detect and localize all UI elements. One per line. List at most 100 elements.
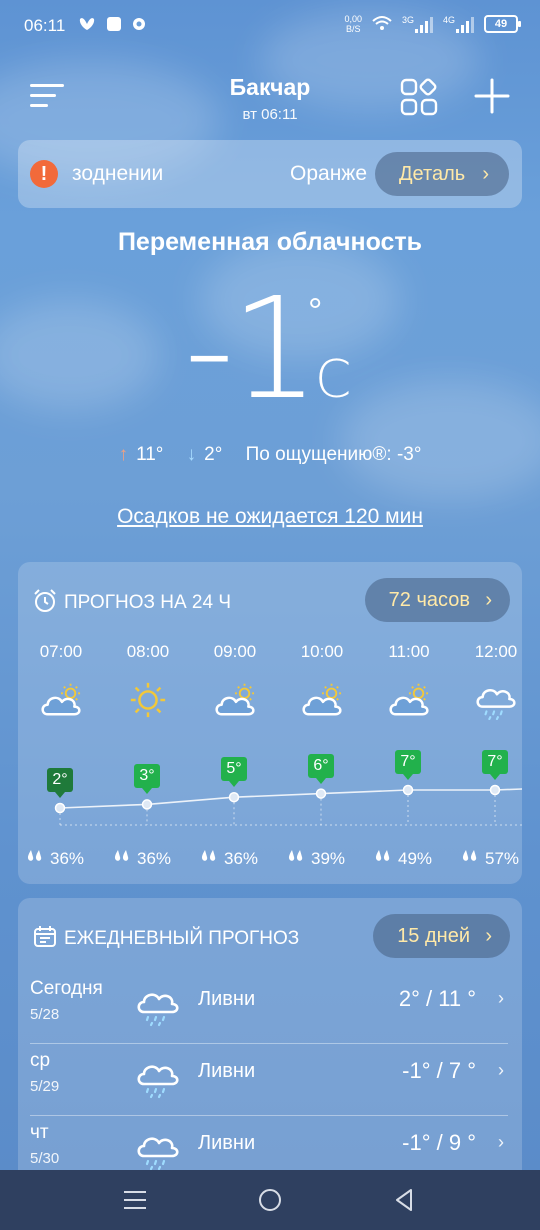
raindrops-icon [200,850,220,868]
system-nav-bar [0,1170,540,1230]
rain-cloud-icon [134,982,182,1028]
daily-condition: Ливни [198,988,256,1010]
partly-cloudy-icon [212,680,258,720]
widgets-grid-icon[interactable] [400,78,440,118]
rain-percent: 39% [311,849,346,868]
temperature-point [141,799,153,810]
temperature-point [228,791,240,803]
hourly-rain-chance: 39% [287,848,345,869]
chevron-right-icon: › [485,589,492,611]
arrow-down-icon: ↓ [186,444,197,465]
signal-sim2-icon: 4G [443,15,474,33]
daily-date: 5/29 [30,1078,60,1095]
rain-percent: 57% [485,849,520,868]
daily-day-name: чт [30,1122,49,1143]
chevron-right-icon: › [482,163,489,185]
hourly-time: 08:00 [126,642,170,661]
temp-label-pointer [490,774,500,780]
feels-like: По ощущению®: -3° [245,444,422,465]
hourly-time: 12:00 [474,642,518,661]
recent-apps-icon[interactable] [124,1190,146,1210]
hourly-item[interactable]: 09:00 5° 36% [192,642,278,868]
city-name[interactable]: Бакчар [0,74,540,101]
back-icon[interactable] [394,1188,414,1212]
hourly-item[interactable]: 10:00 6° 39% [279,642,365,868]
daily-condition: Ливни [198,1060,256,1082]
alert-level: Оранже [290,162,368,185]
signal-sim1-icon: 3G [402,15,433,33]
daily-date: 5/30 [30,1150,60,1167]
weather-alert-banner[interactable]: ! зоднении Оранже Деталь › [18,140,522,208]
status-bar: 06:11 0,00 B/S 3G 4G 49 [0,0,540,54]
alert-exclamation-icon: ! [30,160,58,188]
temperature-unit: C [315,350,352,410]
daily-day-name: Сегодня [30,978,103,999]
hourly-temp-label: 3° [134,764,160,795]
rain-cloud-icon [473,680,519,721]
hourly-rain-chance: 49% [374,848,432,869]
current-condition: Переменная облачность [117,228,423,256]
daily-temp-range: -1° / 7 ° [402,1058,476,1083]
small-app-icon [132,17,146,34]
current-temperature: -1 [184,268,320,431]
hourly-time: 11:00 [388,642,430,661]
hourly-title: ПРОГНОЗ НА 24 Ч [64,592,231,613]
sun-icon [125,680,171,720]
partly-cloudy-icon [386,680,432,720]
hourly-item[interactable]: 12:00 7° 57% [453,642,522,868]
rain-percent: 36% [50,849,85,868]
status-time: 06:11 [24,16,66,35]
temp-label-pointer [403,774,413,780]
raindrops-icon [26,850,46,868]
calendar-icon [32,924,58,950]
daily-row[interactable]: Сегодня 5/28 Ливни 2° / 11 ° › [18,972,522,1044]
add-city-icon[interactable] [474,78,510,114]
daily-condition: Ливни [198,1132,256,1154]
low-temp: 2° [204,444,223,465]
hourly-rain-chance: 57% [461,848,519,869]
high-low-feels: ↑ 11° ↓ 2° По ощущению®: -3° [0,444,540,466]
daily-forecast-card: ЕЖЕДНЕВНЫЙ ПРОГНОЗ 15 дней › Сегодня 5/28… [18,898,522,1198]
temp-label-pointer [229,781,239,788]
temp-label-pointer [316,777,326,784]
rain-cloud-icon [134,1126,182,1172]
daily-date: 5/28 [30,1006,60,1023]
high-temp: 11° [136,444,164,465]
chevron-right-icon: › [485,925,492,947]
chevron-right-icon: › [498,988,504,1008]
degree-symbol: ° [308,290,323,331]
rain-cloud-icon [134,1054,182,1100]
temp-label-pointer [142,788,152,795]
hourly-item[interactable]: 11:00 7° 49% [366,642,452,868]
home-icon[interactable] [259,1189,281,1211]
temperature-line [59,788,522,809]
temperature-point [489,784,501,796]
city-time: вт 06:11 [242,106,298,123]
precipitation-forecast-link[interactable]: Осадков не ожидается 120 мин [0,505,540,529]
hourly-temp-label: 6° [308,753,334,784]
hourly-72h-button[interactable]: 72 часов › [364,578,510,622]
daily-15days-button[interactable]: 15 дней › [373,914,510,958]
hourly-item[interactable]: 08:00 3° 36% [105,642,191,868]
network-speed: 0,00 B/S [344,14,362,34]
daily-row[interactable]: ср 5/29 Ливни -1° / 7 ° › [18,1044,522,1116]
notification-icons [78,16,146,35]
rain-percent: 36% [224,849,259,868]
rain-percent: 49% [398,849,433,868]
hourly-temp-label: 2° [47,768,73,798]
hourly-rain-chance: 36% [26,848,84,869]
hourly-time: 09:00 [213,642,257,661]
square-notification-icon [106,16,122,35]
arrow-up-icon: ↑ [118,444,129,465]
alert-details-button[interactable]: Деталь › [375,152,509,196]
partly-cloudy-icon [299,680,345,720]
raindrops-icon [287,850,307,868]
hourly-item[interactable]: 07:00 2° 36% [18,642,104,868]
temperature-graph [54,784,522,826]
hourly-rain-chance: 36% [113,848,171,869]
chevron-right-icon: › [498,1132,504,1152]
hourly-time: 07:00 [39,642,83,661]
hourly-time: 10:00 [300,642,344,661]
hourly-list: 07:00 2° 36% 08:00 3° 36% 09:00 5° 36% 10:00 6° 39%… [18,642,522,882]
hourly-temp-label: 7° [482,750,508,780]
